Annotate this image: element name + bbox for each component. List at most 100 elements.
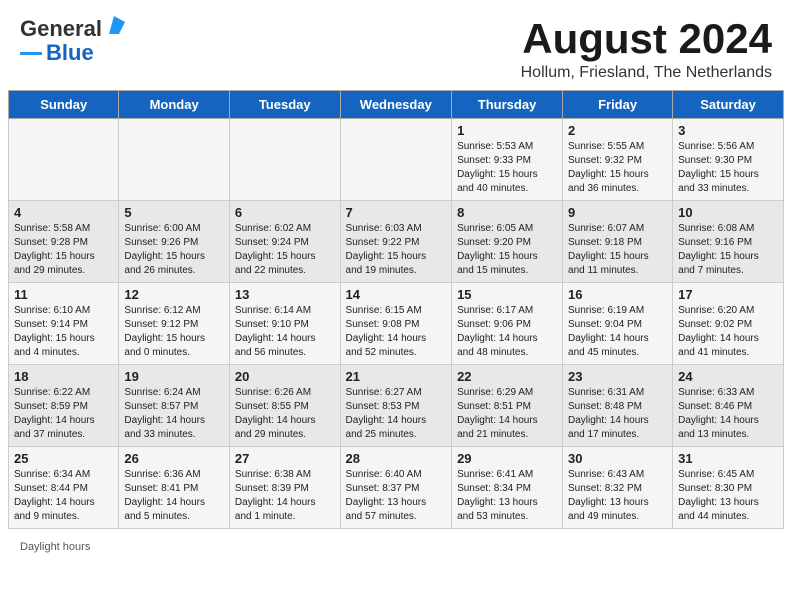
cell-content: Sunrise: 6:00 AM Sunset: 9:26 PM Dayligh… (124, 222, 224, 278)
calendar-cell: 11Sunrise: 6:10 AM Sunset: 9:14 PM Dayli… (9, 283, 119, 365)
day-number: 29 (457, 451, 557, 466)
cell-content: Sunrise: 5:53 AM Sunset: 9:33 PM Dayligh… (457, 140, 557, 196)
calendar-cell: 9Sunrise: 6:07 AM Sunset: 9:18 PM Daylig… (563, 201, 673, 283)
calendar-table: Sunday Monday Tuesday Wednesday Thursday… (8, 90, 784, 529)
daylight-hours-label: Daylight hours (20, 541, 90, 553)
cell-content: Sunrise: 6:33 AM Sunset: 8:46 PM Dayligh… (678, 386, 778, 442)
calendar-cell: 17Sunrise: 6:20 AM Sunset: 9:02 PM Dayli… (673, 283, 784, 365)
calendar-cell: 6 Sunrise: 6:02 AM Sunset: 9:24 PM Daylig… (229, 201, 340, 283)
cell-content: Sunrise: 6:22 AM Sunset: 8:59 PM Dayligh… (14, 386, 113, 442)
month-year-title: August 2024 (521, 16, 772, 62)
day-number: 13 (235, 287, 335, 302)
cell-content: Sunrise: 5:58 AM Sunset: 9:28 PM Dayligh… (14, 222, 113, 278)
cell-content: Sunrise: 6:34 AM Sunset: 8:44 PM Dayligh… (14, 468, 113, 524)
title-section: August 2024 Hollum, Friesland, The Nethe… (521, 16, 772, 82)
col-friday: Friday (563, 91, 673, 119)
location-subtitle: Hollum, Friesland, The Netherlands (521, 64, 772, 82)
calendar-cell: 2 Sunrise: 5:55 AM Sunset: 9:32 PM Daylig… (563, 119, 673, 201)
cell-content: Sunrise: 6:31 AM Sunset: 8:48 PM Dayligh… (568, 386, 667, 442)
calendar-cell: 23Sunrise: 6:31 AM Sunset: 8:48 PM Dayli… (563, 365, 673, 447)
cell-content: Sunrise: 6:27 AM Sunset: 8:53 PM Dayligh… (346, 386, 447, 442)
cell-content: Sunrise: 6:29 AM Sunset: 8:51 PM Dayligh… (457, 386, 557, 442)
calendar-cell: 16 Sunrise: 6:19 AM Sunset: 9:04 PM Dayli… (563, 283, 673, 365)
cell-content: Sunrise: 6:41 AM Sunset: 8:34 PM Dayligh… (457, 468, 557, 524)
calendar-header: Sunday Monday Tuesday Wednesday Thursday… (9, 91, 784, 119)
day-number: 21 (346, 369, 447, 384)
footer: Daylight hours (0, 537, 792, 557)
logo-general-text: General (20, 16, 102, 42)
day-number: 5 (124, 205, 224, 220)
calendar-cell: 21 Sunrise: 6:27 AM Sunset: 8:53 PM Dayli… (340, 365, 452, 447)
calendar-cell (9, 119, 119, 201)
day-number: 27 (235, 451, 335, 466)
calendar-cell: 28 Sunrise: 6:40 AM Sunset: 8:37 PM Dayli… (340, 447, 452, 529)
cell-content: Sunrise: 6:15 AM Sunset: 9:08 PM Dayligh… (346, 304, 447, 360)
calendar-cell: 19 Sunrise: 6:24 AM Sunset: 8:57 PM Dayli… (119, 365, 230, 447)
calendar-cell (229, 119, 340, 201)
day-number: 3 (678, 123, 778, 138)
calendar-week-row: 4 Sunrise: 5:58 AM Sunset: 9:28 PM Daylig… (9, 201, 784, 283)
calendar-cell: 26Sunrise: 6:36 AM Sunset: 8:41 PM Dayli… (119, 447, 230, 529)
day-number: 28 (346, 451, 447, 466)
cell-content: Sunrise: 6:10 AM Sunset: 9:14 PM Dayligh… (14, 304, 113, 360)
cell-content: Sunrise: 5:56 AM Sunset: 9:30 PM Dayligh… (678, 140, 778, 196)
day-number: 12 (124, 287, 224, 302)
calendar-cell: 8Sunrise: 6:05 AM Sunset: 9:20 PM Daylig… (452, 201, 563, 283)
cell-content: Sunrise: 6:12 AM Sunset: 9:12 PM Dayligh… (124, 304, 224, 360)
day-number: 15 (457, 287, 557, 302)
calendar-cell: 1 Sunrise: 5:53 AM Sunset: 9:33 PM Daylig… (452, 119, 563, 201)
day-number: 18 (14, 369, 113, 384)
calendar-cell (119, 119, 230, 201)
calendar-week-row: 18 Sunrise: 6:22 AM Sunset: 8:59 PM Dayli… (9, 365, 784, 447)
cell-content: Sunrise: 6:02 AM Sunset: 9:24 PM Dayligh… (235, 222, 335, 278)
logo-blue-text: Blue (46, 40, 94, 66)
calendar-cell: 12 Sunrise: 6:12 AM Sunset: 9:12 PM Dayli… (119, 283, 230, 365)
col-wednesday: Wednesday (340, 91, 452, 119)
col-thursday: Thursday (452, 91, 563, 119)
cell-content: Sunrise: 6:40 AM Sunset: 8:37 PM Dayligh… (346, 468, 447, 524)
calendar-cell: 31 Sunrise: 6:45 AM Sunset: 8:30 PM Dayli… (673, 447, 784, 529)
calendar-cell: 13 Sunrise: 6:14 AM Sunset: 9:10 PM Dayli… (229, 283, 340, 365)
cell-content: Sunrise: 6:07 AM Sunset: 9:18 PM Dayligh… (568, 222, 667, 278)
day-number: 6 (235, 205, 335, 220)
day-number: 2 (568, 123, 667, 138)
day-number: 19 (124, 369, 224, 384)
day-number: 4 (14, 205, 113, 220)
cell-content: Sunrise: 6:19 AM Sunset: 9:04 PM Dayligh… (568, 304, 667, 360)
calendar-cell: 14Sunrise: 6:15 AM Sunset: 9:08 PM Dayli… (340, 283, 452, 365)
day-number: 1 (457, 123, 557, 138)
calendar-week-row: 1 Sunrise: 5:53 AM Sunset: 9:33 PM Daylig… (9, 119, 784, 201)
cell-content: Sunrise: 6:26 AM Sunset: 8:55 PM Dayligh… (235, 386, 335, 442)
calendar-cell: 3 Sunrise: 5:56 AM Sunset: 9:30 PM Daylig… (673, 119, 784, 201)
calendar-cell (340, 119, 452, 201)
days-of-week-row: Sunday Monday Tuesday Wednesday Thursday… (9, 91, 784, 119)
calendar-cell: 22 Sunrise: 6:29 AM Sunset: 8:51 PM Dayli… (452, 365, 563, 447)
cell-content: Sunrise: 6:45 AM Sunset: 8:30 PM Dayligh… (678, 468, 778, 524)
calendar-cell: 29 Sunrise: 6:41 AM Sunset: 8:34 PM Dayli… (452, 447, 563, 529)
cell-content: Sunrise: 6:36 AM Sunset: 8:41 PM Dayligh… (124, 468, 224, 524)
calendar-body: 1 Sunrise: 5:53 AM Sunset: 9:33 PM Daylig… (9, 119, 784, 529)
day-number: 16 (568, 287, 667, 302)
calendar-cell: 25Sunrise: 6:34 AM Sunset: 8:44 PM Dayli… (9, 447, 119, 529)
cell-content: Sunrise: 5:55 AM Sunset: 9:32 PM Dayligh… (568, 140, 667, 196)
day-number: 31 (678, 451, 778, 466)
cell-content: Sunrise: 6:14 AM Sunset: 9:10 PM Dayligh… (235, 304, 335, 360)
calendar-cell: 20 Sunrise: 6:26 AM Sunset: 8:55 PM Dayli… (229, 365, 340, 447)
col-saturday: Saturday (673, 91, 784, 119)
col-tuesday: Tuesday (229, 91, 340, 119)
calendar-cell: 30Sunrise: 6:43 AM Sunset: 8:32 PM Dayli… (563, 447, 673, 529)
col-sunday: Sunday (9, 91, 119, 119)
page-header: General Blue August 2024 Hollum, Friesla… (0, 0, 792, 90)
day-number: 17 (678, 287, 778, 302)
day-number: 22 (457, 369, 557, 384)
cell-content: Sunrise: 6:24 AM Sunset: 8:57 PM Dayligh… (124, 386, 224, 442)
calendar-week-row: 11Sunrise: 6:10 AM Sunset: 9:14 PM Dayli… (9, 283, 784, 365)
cell-content: Sunrise: 6:08 AM Sunset: 9:16 PM Dayligh… (678, 222, 778, 278)
calendar-cell: 15Sunrise: 6:17 AM Sunset: 9:06 PM Dayli… (452, 283, 563, 365)
calendar-cell: 10Sunrise: 6:08 AM Sunset: 9:16 PM Dayli… (673, 201, 784, 283)
calendar-cell: 24 Sunrise: 6:33 AM Sunset: 8:46 PM Dayli… (673, 365, 784, 447)
day-number: 20 (235, 369, 335, 384)
logo: General Blue (20, 16, 125, 66)
day-number: 24 (678, 369, 778, 384)
cell-content: Sunrise: 6:43 AM Sunset: 8:32 PM Dayligh… (568, 468, 667, 524)
